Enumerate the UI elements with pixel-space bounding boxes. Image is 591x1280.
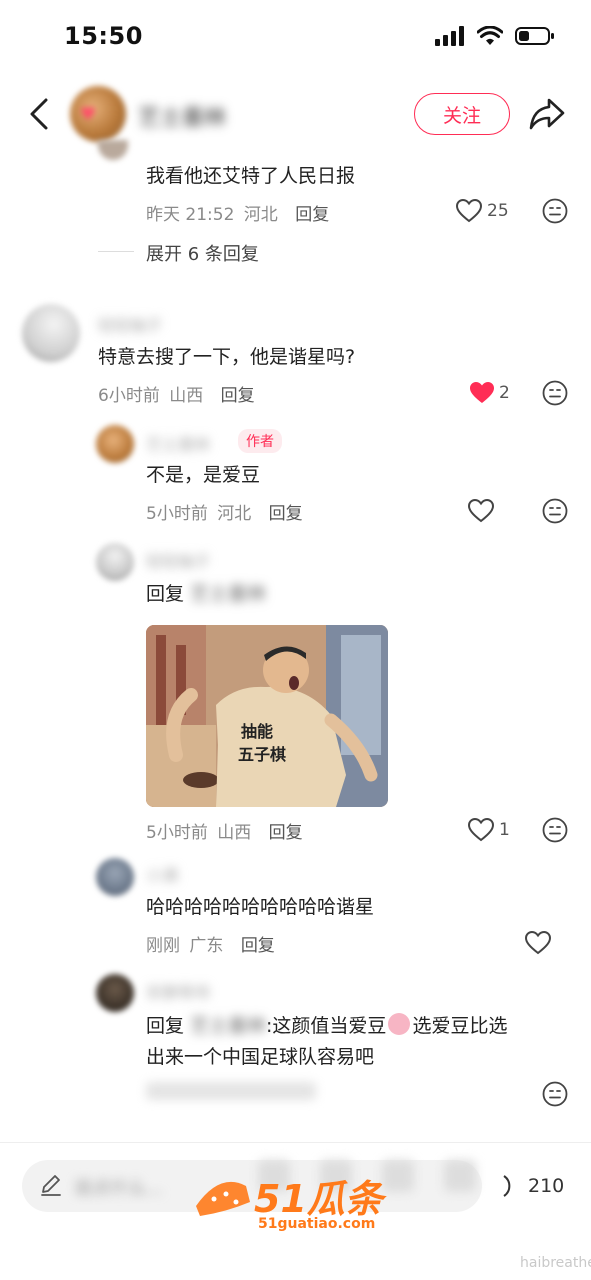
comment-meta <box>146 1082 316 1100</box>
shirt-text: 抽能 <box>241 722 273 741</box>
reply-link[interactable]: 回复 <box>295 205 329 225</box>
username[interactable]: 轻轻柚子 <box>146 548 210 572</box>
heart-sticker-icon: ♥ <box>80 104 97 125</box>
avatar[interactable] <box>96 543 134 581</box>
reaction-gif-image[interactable]: 抽能 五子棋 <box>146 625 388 807</box>
reply-link[interactable]: 回复 <box>241 936 275 956</box>
avatar[interactable] <box>98 140 128 160</box>
comment-time: 6小时前 <box>98 386 160 406</box>
back-icon[interactable] <box>22 94 56 134</box>
comment-location: 河北 <box>217 504 252 524</box>
reply-link[interactable]: 回复 <box>269 504 303 524</box>
battery-icon <box>515 27 554 45</box>
pig-emoji-icon <box>388 1013 411 1035</box>
expand-replies-link[interactable]: 展开 6 条回复 <box>146 240 259 266</box>
comment-meta: 6小时前 山西 回复 <box>98 381 255 406</box>
status-time: 15:50 <box>64 22 143 50</box>
like-count: 2 <box>499 383 510 403</box>
like-count: 25 <box>487 201 509 221</box>
username[interactable]: 艺士墨林 <box>146 431 210 455</box>
comment-time: 刚刚 <box>146 936 180 956</box>
comment-text: 不是，是爱豆 <box>146 464 261 486</box>
username[interactable]: 安静等待 <box>146 979 210 1003</box>
dislike-icon[interactable] <box>542 817 568 843</box>
share-icon[interactable] <box>528 96 566 132</box>
watermark-brand: 51瓜条 <box>254 1177 383 1221</box>
reply-prefix: 回复 <box>146 583 185 605</box>
dislike-icon[interactable] <box>542 1081 568 1107</box>
comment-location: 山西 <box>169 386 204 406</box>
comment-text: 回复 艺士墨林:这颜值当爱豆 选爱豆比选 <box>146 1012 566 1040</box>
avatar[interactable] <box>96 858 134 896</box>
comment-time: 5小时前 <box>146 823 208 843</box>
reply-body-end: 选爱豆比选 <box>412 1015 508 1037</box>
reply-link[interactable]: 回复 <box>269 823 303 843</box>
comment-meta: 5小时前 河北 回复 <box>146 499 303 524</box>
wifi-icon <box>477 26 503 45</box>
like-icon[interactable] <box>468 499 494 523</box>
watermark-corner: haibreathe <box>520 1255 591 1271</box>
comment-count: 210 <box>528 1175 565 1197</box>
dislike-icon[interactable] <box>542 498 568 524</box>
avatar[interactable] <box>96 974 134 1012</box>
comment-time: 5小时前 <box>146 504 208 524</box>
reply-link[interactable]: 回复 <box>221 386 255 406</box>
comment-text: 我看他还艾特了人民日报 <box>146 165 356 187</box>
username[interactable]: 轻轻柚子 <box>98 312 162 336</box>
author-name[interactable]: 艺士墨林 <box>138 100 226 132</box>
comment-icon[interactable] <box>500 1172 524 1200</box>
reply-target[interactable]: 艺士墨林 <box>190 1015 266 1037</box>
like-count: 1 <box>499 820 510 840</box>
like-icon[interactable] <box>525 931 551 955</box>
avatar[interactable] <box>22 304 80 362</box>
comment-location: 广东 <box>189 936 224 956</box>
comment-text: 特意去搜了一下，他是谐星吗? <box>98 346 356 368</box>
input-placeholder: 说点什么... <box>74 1178 164 1199</box>
watermark-url: 51guatiao.com <box>258 1216 376 1232</box>
liked-heart-icon[interactable] <box>469 381 495 405</box>
dislike-icon[interactable] <box>542 198 568 224</box>
author-badge: 作者 <box>238 429 282 453</box>
comment-time: 昨天 21:52 <box>146 205 235 225</box>
comment-text: 哈哈哈哈哈哈哈哈哈哈谐星 <box>146 896 375 918</box>
gif-scene: 抽能 五子棋 <box>146 625 388 807</box>
status-icons <box>435 26 555 46</box>
divider <box>98 251 134 252</box>
comment-location: 河北 <box>243 205 278 225</box>
follow-button[interactable]: 关注 <box>414 93 510 135</box>
comment-text-line2: 出来一个中国足球队容易吧 <box>146 1046 375 1068</box>
watermark-logo: 51瓜条 51guatiao.com <box>190 1172 400 1242</box>
signal-icon <box>435 26 464 46</box>
pencil-icon <box>41 1175 61 1196</box>
like-icon[interactable] <box>468 818 494 842</box>
comment-meta: 刚刚 广东 回复 <box>146 931 275 956</box>
comment-meta: 昨天 21:52 河北 回复 <box>146 200 329 225</box>
reply-body: :这颜值当爱豆 <box>266 1015 387 1037</box>
like-icon[interactable] <box>456 199 482 223</box>
avatar[interactable] <box>96 425 134 463</box>
comment-meta: 5小时前 山西 回复 <box>146 818 303 843</box>
reply-prefix: 回复 <box>146 1015 185 1037</box>
shirt-text: 五子棋 <box>238 745 286 764</box>
author-avatar[interactable]: ♥ <box>70 86 126 142</box>
username[interactable]: 小满 <box>146 862 178 886</box>
comment-text: 回复 艺士墨林 <box>146 580 266 608</box>
comment-location: 山西 <box>217 823 252 843</box>
dislike-icon[interactable] <box>542 380 568 406</box>
reply-target[interactable]: 艺士墨林 <box>190 583 266 605</box>
